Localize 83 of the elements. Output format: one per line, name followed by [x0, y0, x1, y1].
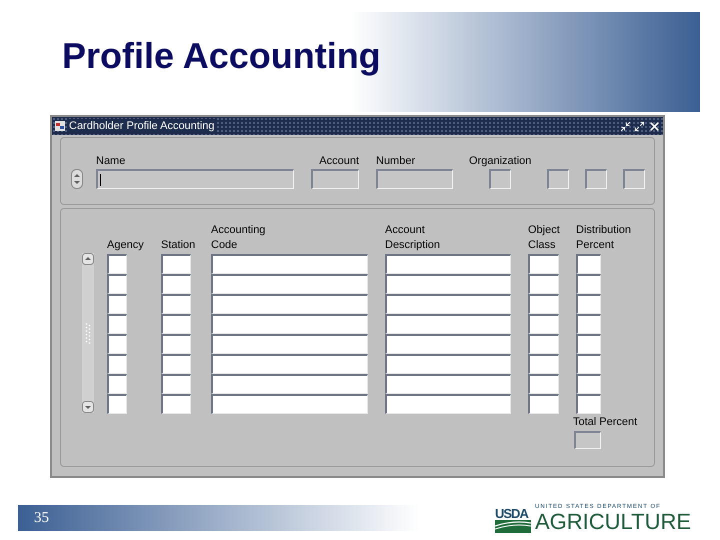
table-cell-input[interactable] [385, 374, 511, 394]
table-cell-input[interactable] [528, 374, 559, 394]
table-cell-input[interactable] [385, 294, 511, 314]
field-logo-icon [495, 520, 531, 533]
input-field[interactable] [489, 169, 512, 189]
table-cell-input[interactable] [528, 294, 559, 314]
table-cell-input[interactable] [211, 394, 368, 414]
table-cell-input[interactable] [107, 274, 127, 294]
input-field[interactable] [376, 169, 453, 189]
table-cell-input[interactable] [528, 314, 559, 334]
app-icon [54, 120, 66, 132]
logo-mark: USDA [495, 507, 528, 520]
table-cell-input[interactable] [161, 274, 191, 294]
table-cell-input[interactable] [576, 334, 601, 354]
table-cell-input[interactable] [576, 354, 601, 374]
table-cell-input[interactable] [161, 314, 191, 334]
table-cell-input[interactable] [385, 274, 511, 294]
table-cell-input[interactable] [576, 274, 601, 294]
field-label: Number [376, 155, 416, 168]
table-cell-input[interactable] [107, 354, 127, 374]
total-field[interactable] [574, 431, 601, 449]
table-cell-input[interactable] [161, 294, 191, 314]
scroll-down-icon[interactable] [82, 401, 94, 413]
table-cell-input[interactable] [576, 294, 601, 314]
minimize-icon[interactable] [620, 120, 631, 132]
table-cell-input[interactable] [528, 394, 559, 414]
page-number: 35 [34, 508, 49, 528]
input-field[interactable] [311, 169, 359, 189]
table-cell-input[interactable] [211, 354, 368, 374]
table-cell-input[interactable] [385, 314, 511, 334]
column-header: Agency [107, 238, 144, 253]
table-cell-input[interactable] [107, 394, 127, 414]
table-cell-input[interactable] [385, 354, 511, 374]
table-cell-input[interactable] [107, 294, 127, 314]
input-field[interactable] [585, 169, 608, 189]
table-cell-input[interactable] [161, 334, 191, 354]
table-cell-input[interactable] [211, 334, 368, 354]
field-label: Organization [469, 155, 532, 168]
column-header: Account Description [385, 223, 440, 253]
table-cell-input[interactable] [211, 254, 368, 274]
table-cell-input[interactable] [211, 274, 368, 294]
table-cell-input[interactable] [107, 374, 127, 394]
table-cell-input[interactable] [385, 254, 511, 274]
table-cell-input[interactable] [107, 314, 127, 334]
table-cell-input[interactable] [211, 374, 368, 394]
table-cell-input[interactable] [576, 254, 601, 274]
table-cell-input[interactable] [211, 294, 368, 314]
table-cell-input[interactable] [576, 314, 601, 334]
input-field[interactable] [547, 169, 570, 189]
field-label: Name [96, 155, 126, 168]
text-cursor [100, 174, 101, 186]
table-cell-input[interactable] [528, 254, 559, 274]
scroll-up-icon[interactable] [82, 253, 94, 265]
table-cell-input[interactable] [385, 394, 511, 414]
maximize-icon[interactable] [634, 120, 645, 132]
window-title: Cardholder Profile Accounting [69, 119, 217, 133]
grip-icon[interactable] [85, 322, 91, 344]
table-cell-input[interactable] [107, 254, 127, 274]
column-header: Distribution Percent [576, 223, 632, 253]
close-icon[interactable] [648, 120, 661, 132]
slide-title: Profile Accounting [62, 34, 381, 78]
logo-wordmark: AGRICULTURE [535, 511, 692, 533]
table-cell-input[interactable] [107, 334, 127, 354]
table-cell-input[interactable] [161, 354, 191, 374]
table-cell-input[interactable] [576, 394, 601, 414]
input-field[interactable] [623, 169, 646, 189]
table-cell-input[interactable] [161, 254, 191, 274]
table-cell-input[interactable] [161, 374, 191, 394]
table-cell-input[interactable] [528, 334, 559, 354]
table-cell-input[interactable] [161, 394, 191, 414]
spinner-icon[interactable] [71, 169, 83, 189]
table-cell-input[interactable] [211, 314, 368, 334]
column-header: Station [161, 238, 196, 253]
table-cell-input[interactable] [528, 354, 559, 374]
input-field[interactable] [96, 169, 294, 189]
table-cell-input[interactable] [528, 274, 559, 294]
total-label: Total Percent [573, 416, 638, 429]
table-cell-input[interactable] [576, 374, 601, 394]
table-cell-input[interactable] [385, 334, 511, 354]
column-header: Accounting Code [211, 223, 266, 253]
scrollbar[interactable] [82, 253, 94, 413]
column-header: Object Class [528, 223, 560, 253]
field-label: Account [319, 155, 359, 168]
